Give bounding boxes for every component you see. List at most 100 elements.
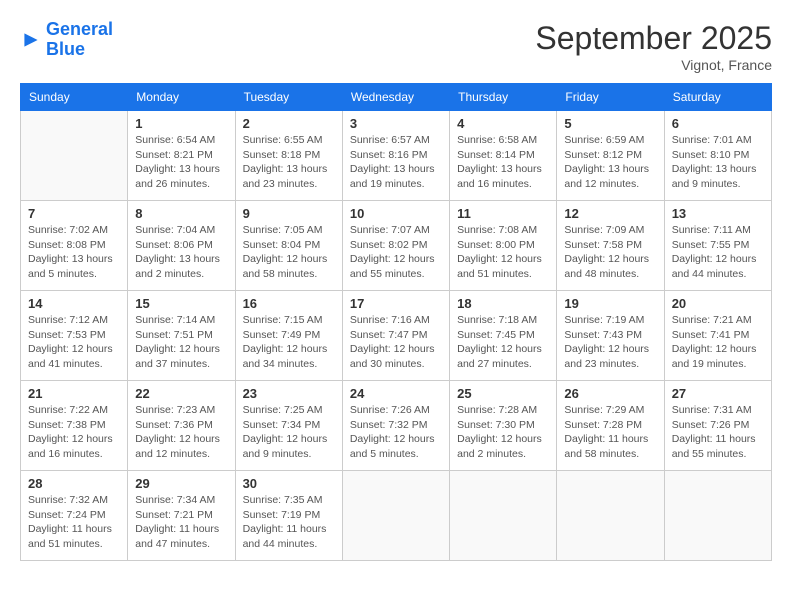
day-info: Sunrise: 7:05 AMSunset: 8:04 PMDaylight:… (243, 223, 335, 282)
weekday-header: Tuesday (235, 84, 342, 111)
calendar-cell: 17Sunrise: 7:16 AMSunset: 7:47 PMDayligh… (342, 291, 449, 381)
calendar-week-row: 1 Sunrise: 6:54 AMSunset: 8:21 PMDaylight… (21, 111, 772, 201)
day-info: Sunrise: 7:07 AMSunset: 8:02 PMDaylight:… (350, 223, 442, 282)
day-number: 30 (243, 476, 335, 491)
calendar-cell: 20 Sunrise: 7:21 AMSunset: 7:41 PMDayligh… (664, 291, 771, 381)
logo-icon (20, 29, 42, 51)
day-info: Sunrise: 6:57 AMSunset: 8:16 PMDaylight:… (350, 133, 442, 192)
calendar-cell: 26 Sunrise: 7:29 AMSunset: 7:28 PMDayligh… (557, 381, 664, 471)
day-info: Sunrise: 7:25 AMSunset: 7:34 PMDaylight:… (243, 403, 335, 462)
calendar-cell (450, 471, 557, 561)
day-number: 19 (564, 296, 656, 311)
day-info: Sunrise: 7:09 AMSunset: 7:58 PMDaylight:… (564, 223, 656, 282)
day-number: 23 (243, 386, 335, 401)
day-number: 24 (350, 386, 442, 401)
day-info: Sunrise: 7:19 AMSunset: 7:43 PMDaylight:… (564, 313, 656, 372)
day-number: 12 (564, 206, 656, 221)
day-number: 20 (672, 296, 764, 311)
day-info: Sunrise: 7:22 AMSunset: 7:38 PMDaylight:… (28, 403, 120, 462)
calendar-cell: 3 Sunrise: 6:57 AMSunset: 8:16 PMDaylight… (342, 111, 449, 201)
day-info: Sunrise: 7:35 AMSunset: 7:19 PMDaylight:… (243, 493, 335, 552)
day-info: Sunrise: 7:23 AMSunset: 7:36 PMDaylight:… (135, 403, 227, 462)
calendar-cell: 4 Sunrise: 6:58 AMSunset: 8:14 PMDaylight… (450, 111, 557, 201)
day-info: Sunrise: 7:34 AMSunset: 7:21 PMDaylight:… (135, 493, 227, 552)
day-number: 27 (672, 386, 764, 401)
calendar-cell: 28Sunrise: 7:32 AMSunset: 7:24 PMDayligh… (21, 471, 128, 561)
month-title: September 2025 (535, 20, 772, 57)
day-number: 4 (457, 116, 549, 131)
weekday-header: Thursday (450, 84, 557, 111)
calendar-cell: 10 Sunrise: 7:07 AMSunset: 8:02 PMDayligh… (342, 201, 449, 291)
day-info: Sunrise: 7:21 AMSunset: 7:41 PMDaylight:… (672, 313, 764, 372)
calendar-cell (557, 471, 664, 561)
day-number: 15 (135, 296, 227, 311)
day-number: 6 (672, 116, 764, 131)
day-number: 10 (350, 206, 442, 221)
calendar-cell: 29 Sunrise: 7:34 AMSunset: 7:21 PMDayligh… (128, 471, 235, 561)
calendar-cell: 30 Sunrise: 7:35 AMSunset: 7:19 PMDayligh… (235, 471, 342, 561)
calendar-cell: 11Sunrise: 7:08 AMSunset: 8:00 PMDayligh… (450, 201, 557, 291)
day-number: 17 (350, 296, 442, 311)
calendar-cell: 8Sunrise: 7:04 AMSunset: 8:06 PMDaylight… (128, 201, 235, 291)
weekday-header: Sunday (21, 84, 128, 111)
calendar-cell: 13Sunrise: 7:11 AMSunset: 7:55 PMDayligh… (664, 201, 771, 291)
day-info: Sunrise: 6:55 AMSunset: 8:18 PMDaylight:… (243, 133, 335, 192)
calendar-cell: 12 Sunrise: 7:09 AMSunset: 7:58 PMDayligh… (557, 201, 664, 291)
weekday-header: Saturday (664, 84, 771, 111)
calendar-cell: 14 Sunrise: 7:12 AMSunset: 7:53 PMDayligh… (21, 291, 128, 381)
logo: General Blue (20, 20, 113, 60)
calendar-cell: 21 Sunrise: 7:22 AMSunset: 7:38 PMDayligh… (21, 381, 128, 471)
day-number: 9 (243, 206, 335, 221)
day-number: 22 (135, 386, 227, 401)
calendar-cell (342, 471, 449, 561)
weekday-header-row: SundayMondayTuesdayWednesdayThursdayFrid… (21, 84, 772, 111)
calendar-cell: 25 Sunrise: 7:28 AMSunset: 7:30 PMDayligh… (450, 381, 557, 471)
day-number: 21 (28, 386, 120, 401)
calendar-cell: 19 Sunrise: 7:19 AMSunset: 7:43 PMDayligh… (557, 291, 664, 381)
day-number: 3 (350, 116, 442, 131)
calendar-cell: 6 Sunrise: 7:01 AMSunset: 8:10 PMDaylight… (664, 111, 771, 201)
calendar-cell: 18 Sunrise: 7:18 AMSunset: 7:45 PMDayligh… (450, 291, 557, 381)
calendar-cell: 22 Sunrise: 7:23 AMSunset: 7:36 PMDayligh… (128, 381, 235, 471)
weekday-header: Monday (128, 84, 235, 111)
weekday-header: Wednesday (342, 84, 449, 111)
calendar-week-row: 28Sunrise: 7:32 AMSunset: 7:24 PMDayligh… (21, 471, 772, 561)
day-info: Sunrise: 7:02 AMSunset: 8:08 PMDaylight:… (28, 223, 120, 282)
day-number: 1 (135, 116, 227, 131)
day-number: 2 (243, 116, 335, 131)
day-info: Sunrise: 7:26 AMSunset: 7:32 PMDaylight:… (350, 403, 442, 462)
title-block: September 2025 Vignot, France (535, 20, 772, 73)
weekday-header: Friday (557, 84, 664, 111)
day-info: Sunrise: 6:58 AMSunset: 8:14 PMDaylight:… (457, 133, 549, 192)
day-number: 11 (457, 206, 549, 221)
day-info: Sunrise: 7:01 AMSunset: 8:10 PMDaylight:… (672, 133, 764, 192)
calendar-week-row: 7 Sunrise: 7:02 AMSunset: 8:08 PMDaylight… (21, 201, 772, 291)
location: Vignot, France (535, 57, 772, 73)
calendar-week-row: 21 Sunrise: 7:22 AMSunset: 7:38 PMDayligh… (21, 381, 772, 471)
day-info: Sunrise: 7:29 AMSunset: 7:28 PMDaylight:… (564, 403, 656, 462)
day-number: 7 (28, 206, 120, 221)
day-number: 5 (564, 116, 656, 131)
calendar-cell (21, 111, 128, 201)
day-info: Sunrise: 7:12 AMSunset: 7:53 PMDaylight:… (28, 313, 120, 372)
calendar-cell: 15Sunrise: 7:14 AMSunset: 7:51 PMDayligh… (128, 291, 235, 381)
calendar-week-row: 14 Sunrise: 7:12 AMSunset: 7:53 PMDayligh… (21, 291, 772, 381)
day-number: 25 (457, 386, 549, 401)
day-number: 26 (564, 386, 656, 401)
calendar-cell (664, 471, 771, 561)
day-number: 29 (135, 476, 227, 491)
day-number: 14 (28, 296, 120, 311)
day-info: Sunrise: 6:54 AMSunset: 8:21 PMDaylight:… (135, 133, 227, 192)
calendar-cell: 16Sunrise: 7:15 AMSunset: 7:49 PMDayligh… (235, 291, 342, 381)
day-number: 28 (28, 476, 120, 491)
day-info: Sunrise: 7:18 AMSunset: 7:45 PMDaylight:… (457, 313, 549, 372)
calendar-cell: 24 Sunrise: 7:26 AMSunset: 7:32 PMDayligh… (342, 381, 449, 471)
day-number: 8 (135, 206, 227, 221)
day-info: Sunrise: 6:59 AMSunset: 8:12 PMDaylight:… (564, 133, 656, 192)
calendar-cell: 27Sunrise: 7:31 AMSunset: 7:26 PMDayligh… (664, 381, 771, 471)
calendar-table: SundayMondayTuesdayWednesdayThursdayFrid… (20, 83, 772, 561)
day-number: 18 (457, 296, 549, 311)
day-info: Sunrise: 7:15 AMSunset: 7:49 PMDaylight:… (243, 313, 335, 372)
day-info: Sunrise: 7:28 AMSunset: 7:30 PMDaylight:… (457, 403, 549, 462)
day-info: Sunrise: 7:11 AMSunset: 7:55 PMDaylight:… (672, 223, 764, 282)
